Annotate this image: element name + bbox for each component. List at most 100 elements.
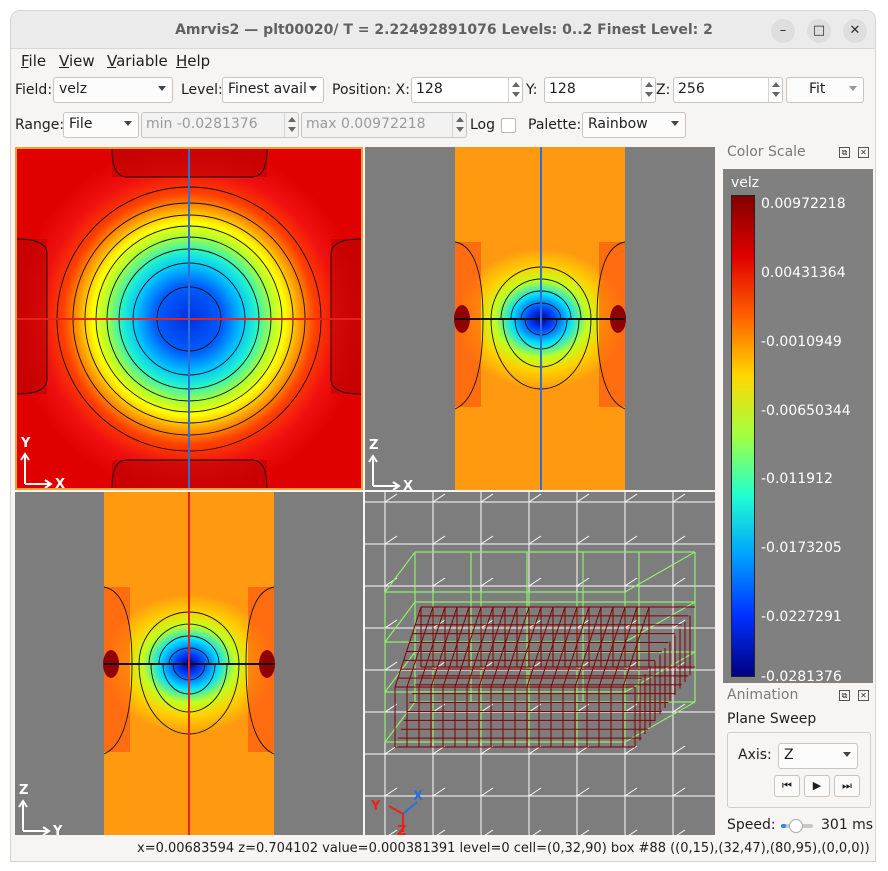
z-label: Z:: [656, 82, 671, 98]
color-scale-label: -0.00650344: [761, 403, 851, 419]
color-scale-panel-title: Color Scale: [727, 144, 806, 160]
axis-value: Z: [784, 747, 794, 763]
field-value: velz: [59, 81, 88, 97]
color-scale-label: -0.0227291: [761, 609, 842, 625]
color-scale-label: -0.011912: [761, 471, 833, 487]
chevron-down-icon: [124, 121, 132, 126]
axis-label: Axis:: [738, 747, 772, 763]
view-3d-boxes[interactable]: Y X Z: [365, 492, 715, 835]
z-value: 256: [678, 81, 705, 97]
window-title: Amrvis2 — plt00020/ T = 2.22492891076 Le…: [175, 22, 713, 38]
status-text: x=0.00683594 z=0.704102 value=0.00038139…: [137, 841, 870, 856]
range-label: Range:: [15, 117, 65, 133]
animation-mode: Plane Sweep: [727, 711, 817, 727]
x-value: 128: [416, 81, 443, 97]
toolbar-range: Range: File min -0.0281376 max 0.0097221…: [11, 110, 875, 142]
iso-x-axis-label: X: [413, 789, 423, 804]
close-button[interactable]: ✕: [843, 19, 867, 43]
field-label: Field:: [15, 82, 53, 98]
animation-panel-title: Animation: [727, 687, 799, 703]
y-spinbox[interactable]: 128: [544, 77, 656, 103]
range-value: File: [69, 116, 93, 132]
color-scale-label: -0.0010949: [761, 334, 842, 350]
chevron-down-icon: [849, 86, 857, 91]
max-spinbox[interactable]: max 0.00972218: [301, 112, 467, 138]
maximize-button[interactable]: □: [807, 19, 831, 43]
minimize-button[interactable]: –: [771, 19, 795, 43]
spin-arrows-icon[interactable]: [641, 78, 655, 102]
speed-slider-handle[interactable]: [788, 819, 803, 833]
color-scale-variable: velz: [731, 175, 760, 191]
field-combo[interactable]: velz: [53, 77, 173, 103]
close-icon[interactable]: ✕: [858, 147, 869, 158]
xz-horizontal-axis-label: X: [403, 479, 413, 490]
min-value: min -0.0281376: [146, 116, 258, 132]
spin-arrows-icon[interactable]: [508, 78, 522, 102]
menu-help[interactable]: Help: [176, 52, 210, 70]
fit-combo[interactable]: Fit: [786, 77, 864, 103]
play-icon: ▶: [812, 779, 822, 792]
menu-bar: File View Variable Help: [11, 49, 875, 73]
menu-file[interactable]: File: [21, 52, 46, 70]
x-spinbox[interactable]: 128: [411, 77, 523, 103]
chevron-down-icon: [671, 121, 679, 126]
toolbar-field: Field: velz Level: Finest avail Position…: [11, 75, 875, 107]
max-value: max 0.00972218: [306, 116, 426, 132]
palette-label: Palette:: [528, 117, 582, 133]
iso-y-axis-label: Y: [370, 799, 381, 814]
color-scale: velz 0.00972218 0.00431364 -0.0010949 -0…: [723, 169, 873, 685]
palette-value: Rainbow: [588, 116, 648, 132]
animation-controls: Axis: Z ⏮ ▶ ⏭: [727, 732, 871, 808]
view-yz[interactable]: Z Y: [15, 492, 363, 835]
status-bar: x=0.00683594 z=0.704102 value=0.00038139…: [11, 839, 875, 861]
xy-slice: Y X: [17, 149, 361, 488]
rewind-icon: ⏮: [782, 779, 792, 792]
spin-arrows-icon[interactable]: [768, 78, 782, 102]
amr-box-grid: Y X Z: [365, 492, 715, 835]
axis-combo[interactable]: Z: [778, 743, 858, 769]
view-xy[interactable]: Y X: [15, 147, 363, 490]
chevron-down-icon: [309, 86, 317, 91]
y-value: 128: [549, 81, 576, 97]
color-scale-label: 0.00431364: [761, 265, 846, 281]
speed-value: 301 ms: [821, 817, 874, 833]
play-button[interactable]: ▶: [804, 775, 830, 797]
position-x-label: Position: X:: [332, 82, 410, 98]
title-bar[interactable]: Amrvis2 — plt00020/ T = 2.22492891076 Le…: [11, 11, 875, 49]
app-window: Amrvis2 — plt00020/ T = 2.22492891076 Le…: [10, 10, 876, 862]
color-scale-label: -0.0281376: [761, 669, 842, 685]
menu-variable[interactable]: Variable: [107, 52, 168, 70]
color-scale-label: -0.0173205: [761, 540, 842, 556]
chevron-down-icon: [843, 752, 851, 757]
spin-arrows-icon[interactable]: [452, 113, 466, 137]
rewind-button[interactable]: ⏮: [774, 775, 800, 797]
min-spinbox[interactable]: min -0.0281376: [141, 112, 299, 138]
speed-label: Speed:: [727, 817, 776, 833]
fast-forward-icon: ⏭: [842, 779, 852, 792]
z-spinbox[interactable]: 256: [673, 77, 783, 103]
fit-value: Fit: [809, 81, 826, 97]
log-label: Log: [470, 117, 496, 133]
yz-vertical-axis-label: Z: [19, 783, 28, 798]
level-value: Finest avail: [228, 81, 307, 97]
axis-triad-icon: [18, 799, 51, 835]
palette-combo[interactable]: Rainbow: [582, 112, 686, 138]
xz-slice: Z X: [368, 147, 626, 490]
speed-slider[interactable]: [781, 819, 813, 833]
level-combo[interactable]: Finest avail: [222, 77, 324, 103]
view-xz[interactable]: Z X: [365, 147, 715, 490]
menu-view[interactable]: View: [59, 52, 95, 70]
speed-slider-fill: [781, 824, 786, 828]
xy-vertical-axis-label: Y: [20, 436, 31, 451]
y-label: Y:: [526, 82, 538, 98]
spin-arrows-icon[interactable]: [284, 113, 298, 137]
log-checkbox[interactable]: [501, 118, 516, 133]
close-icon[interactable]: ✕: [858, 690, 869, 701]
float-icon[interactable]: ⧉: [839, 690, 850, 701]
color-scale-label: 0.00972218: [761, 196, 846, 212]
fast-forward-button[interactable]: ⏭: [834, 775, 860, 797]
yz-slice: Z Y: [18, 492, 275, 835]
yz-horizontal-axis-label: Y: [52, 824, 63, 835]
range-combo[interactable]: File: [63, 112, 139, 138]
float-icon[interactable]: ⧉: [839, 147, 850, 158]
